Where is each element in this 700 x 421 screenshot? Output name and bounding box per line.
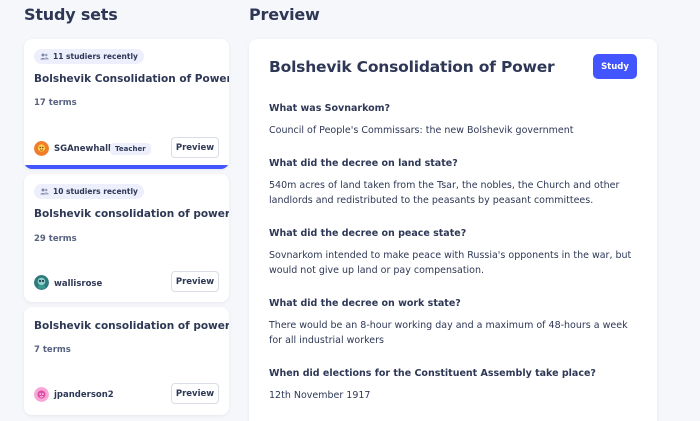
card-title[interactable]: Bolshevik consolidation of power	[34, 208, 229, 220]
author-name[interactable]: SGAnewhall	[54, 144, 111, 154]
term-item: When did elections for the Constituent A…	[269, 368, 639, 403]
preview-button[interactable]: Preview	[171, 137, 219, 158]
term-question: When did elections for the Constituent A…	[269, 368, 596, 379]
studiers-count: 11 studiers recently	[53, 52, 138, 61]
study-set-card[interactable]: Bolshevik consolidation of power 7 terms…	[24, 307, 229, 415]
preview-button[interactable]: Preview	[171, 383, 219, 404]
avatar-icon[interactable]	[34, 275, 49, 290]
term-answer: There would be an 8-hour working day and…	[269, 320, 628, 346]
author-name[interactable]: wallisrose	[54, 279, 102, 289]
preview-button[interactable]: Preview	[171, 271, 219, 292]
term-question: What was Sovnarkom?	[269, 103, 391, 114]
app: Study sets 11 studiers recently Bolshevi…	[0, 0, 700, 421]
study-sets-heading: Study sets	[24, 5, 118, 24]
people-icon	[40, 188, 49, 195]
study-set-card[interactable]: 10 studiers recently Bolshevik consolida…	[24, 174, 229, 302]
author-name[interactable]: jpanderson2	[54, 390, 114, 400]
term-answer: Sovnarkom intended to make peace with Ru…	[269, 250, 632, 276]
preview-panel: Bolshevik Consolidation of Power Study W…	[249, 39, 657, 421]
preview-heading: Preview	[249, 5, 320, 24]
study-button[interactable]: Study	[593, 54, 637, 79]
preview-set-title: Bolshevik Consolidation of Power	[269, 58, 555, 76]
term-answer: 12th November 1917	[269, 390, 371, 401]
term-question: What did the decree on peace state?	[269, 228, 467, 239]
teacher-tag: Teacher	[110, 143, 151, 155]
terms-count: 7 terms	[34, 345, 71, 355]
study-set-card[interactable]: 11 studiers recently Bolshevik Consolida…	[24, 39, 229, 169]
studiers-count: 10 studiers recently	[53, 187, 138, 196]
term-question: What did the decree on work state?	[269, 298, 461, 309]
terms-count: 17 terms	[34, 98, 77, 108]
studiers-badge: 11 studiers recently	[34, 49, 144, 64]
studiers-badge: 10 studiers recently	[34, 184, 144, 199]
term-item: What did the decree on land state? 540m …	[269, 158, 639, 208]
terms-count: 29 terms	[34, 234, 77, 244]
term-answer: 540m acres of land taken from the Tsar, …	[269, 180, 620, 206]
term-item: What was Sovnarkom? Council of People's …	[269, 103, 639, 138]
card-title[interactable]: Bolshevik consolidation of power	[34, 320, 229, 332]
term-item: What did the decree on work state? There…	[269, 298, 639, 348]
avatar-icon[interactable]	[34, 387, 49, 402]
term-item: What did the decree on peace state? Sovn…	[269, 228, 639, 278]
card-title[interactable]: Bolshevik Consolidation of Power	[34, 73, 229, 85]
people-icon	[40, 53, 49, 60]
term-answer: Council of People's Commissars: the new …	[269, 125, 574, 136]
avatar-icon[interactable]	[34, 141, 49, 156]
term-question: What did the decree on land state?	[269, 158, 458, 169]
